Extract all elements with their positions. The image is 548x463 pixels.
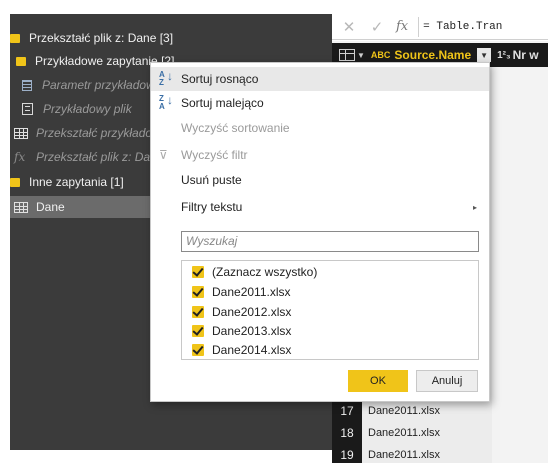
checklist-label: Dane2014.xlsx (212, 343, 292, 357)
filter-dropdown-icon[interactable]: ▼ (477, 48, 492, 62)
checklist-label: Dane2011.xlsx (212, 285, 291, 299)
confirm-icon[interactable]: ✓ (366, 18, 388, 36)
menu-label: Wyczyść sortowanie (181, 121, 290, 135)
cell-value[interactable]: Dane2011.xlsx (362, 427, 440, 439)
menu-label: Usuń puste (181, 173, 242, 187)
checklist-item[interactable]: Dane2013.xlsx (192, 321, 291, 341)
checkbox-checked-icon[interactable] (192, 306, 204, 318)
divider (418, 16, 420, 37)
menu-label: Filtry tekstu (181, 200, 243, 214)
checklist-label: (Zaznacz wszystko) (212, 265, 318, 279)
column-filter-menu: A Z ↓ Sortuj rosnąco Z A ↓ Sortuj malejąco W… (150, 62, 490, 402)
table-icon (14, 127, 28, 139)
text-type-icon[interactable]: ABC (371, 50, 391, 60)
checklist-label: Dane2012.xlsx (212, 305, 292, 319)
document-icon (22, 103, 33, 115)
menu-label: Wyczyść filtr (181, 148, 248, 162)
folder-icon (16, 56, 26, 66)
sort-descending-icon: Z A ↓ (159, 93, 173, 111)
query-label: Parametr przykładowy (42, 78, 161, 92)
formula-bar: ✕ ✓ fx = Table.Tran (332, 14, 548, 40)
number-type-icon[interactable]: 1²₃ (497, 50, 511, 61)
folder-icon (10, 33, 20, 43)
clear-filter-item[interactable]: ⊽ Wyczyść filtr (151, 143, 489, 167)
sort-ascending-icon: A Z ↓ (159, 69, 173, 87)
checkbox-checked-icon[interactable] (192, 325, 204, 337)
sort-descending-item[interactable]: Z A ↓ Sortuj malejąco (151, 91, 489, 115)
table-row[interactable]: 19 Dane2011.xlsx (332, 444, 492, 463)
query-label: Inne zapytania [1] (29, 175, 124, 189)
table-icon (14, 201, 28, 213)
checkbox-checked-icon[interactable] (192, 266, 204, 278)
folder-icon (10, 177, 20, 187)
row-number: 19 (340, 448, 354, 462)
cell-value[interactable]: Dane2011.xlsx (362, 405, 440, 417)
table-row[interactable]: 18 Dane2011.xlsx (332, 422, 492, 444)
chevron-right-icon: ▸ (472, 202, 477, 212)
column-header-source-name[interactable]: Source.Name (394, 48, 471, 62)
cancel-button[interactable]: Anuluj (416, 370, 478, 392)
table-menu-icon[interactable] (339, 49, 355, 61)
row-number: 17 (340, 404, 354, 418)
query-group-transform-file[interactable]: Przekształć plik z: Dane [3] (10, 27, 332, 49)
formula-input[interactable]: = Table.Tran (423, 21, 502, 33)
query-label: Przekształć plik z: Dane [3] (29, 31, 174, 45)
second-column (492, 67, 548, 463)
clear-sort-item[interactable]: Wyczyść sortowanie (151, 116, 489, 140)
search-input[interactable]: Wyszukaj (181, 231, 479, 252)
query-label: Dane (36, 200, 65, 214)
sort-ascending-item[interactable]: A Z ↓ Sortuj rosnąco (151, 67, 489, 91)
value-checklist: (Zaznacz wszystko) Dane2011.xlsx Dane201… (181, 260, 479, 360)
checklist-item[interactable]: Dane2011.xlsx (192, 282, 291, 302)
menu-label: Sortuj malejąco (181, 96, 264, 110)
checkbox-checked-icon[interactable] (192, 344, 204, 356)
function-icon: fx (14, 150, 26, 164)
row-number: 18 (340, 426, 354, 440)
fx-icon[interactable]: fx (396, 19, 408, 34)
cell-value[interactable]: Dane2011.xlsx (362, 449, 440, 461)
parameter-icon (22, 79, 32, 91)
checklist-item-select-all[interactable]: (Zaznacz wszystko) (192, 262, 317, 282)
chevron-down-icon[interactable]: ▼ (357, 51, 365, 60)
query-label: Przekształć plik z: Dane (36, 150, 164, 164)
checklist-item[interactable]: Dane2012.xlsx (192, 302, 291, 322)
remove-empty-item[interactable]: Usuń puste (151, 168, 489, 192)
table-row[interactable]: 17 Dane2011.xlsx (332, 400, 492, 422)
checkbox-checked-icon[interactable] (192, 286, 204, 298)
checklist-label: Dane2013.xlsx (212, 324, 292, 338)
query-label: Przykładowy plik (43, 102, 132, 116)
clear-filter-icon: ⊽ (159, 148, 168, 162)
menu-label: Sortuj rosnąco (181, 72, 259, 86)
text-filters-item[interactable]: Filtry tekstu ▸ (151, 195, 489, 219)
ok-button[interactable]: OK (348, 370, 408, 392)
cancel-icon[interactable]: ✕ (338, 18, 360, 36)
column-header-nr[interactable]: Nr w (513, 48, 539, 62)
checklist-item[interactable]: Dane2014.xlsx (192, 340, 291, 360)
